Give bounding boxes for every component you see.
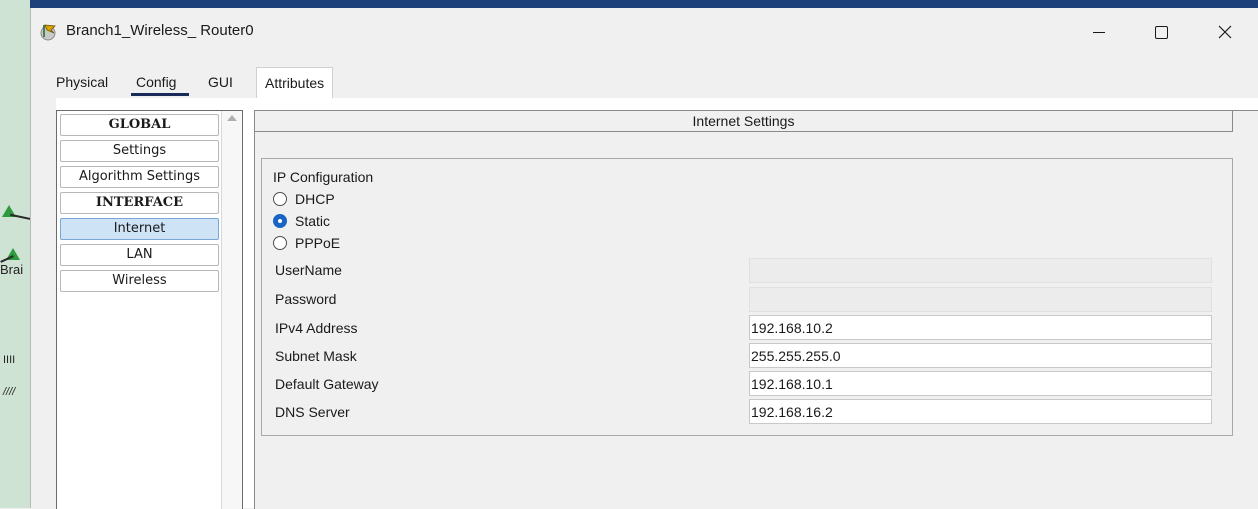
- panel-title: Internet Settings: [255, 111, 1233, 132]
- internet-settings-panel: Internet Settings IP Configuration DHCP …: [254, 110, 1258, 509]
- pppoe-radio-option[interactable]: PPPoE: [273, 233, 340, 253]
- device-label-fragment: Brai: [0, 262, 24, 277]
- tab-gui[interactable]: GUI: [202, 68, 239, 96]
- dns-server-label: DNS Server: [275, 404, 350, 420]
- close-button[interactable]: [1197, 8, 1253, 56]
- nav-header-global: GLOBAL: [60, 114, 219, 136]
- ipv4-address-field[interactable]: [749, 315, 1212, 340]
- router-config-window: Branch1_Wireless_ Router0 Physical Confi…: [30, 8, 1258, 509]
- static-radio-option[interactable]: Static: [273, 211, 330, 231]
- nav-header-interface: INTERFACE: [60, 192, 219, 214]
- dhcp-radio[interactable]: [273, 192, 287, 206]
- pppoe-label: PPPoE: [295, 235, 341, 251]
- active-tab-indicator: [131, 93, 189, 96]
- nav-item-wireless[interactable]: Wireless: [60, 270, 219, 292]
- nav-item-lan[interactable]: LAN: [60, 244, 219, 266]
- maximize-icon: [1154, 25, 1168, 39]
- link-line: [10, 213, 30, 221]
- default-gateway-label: Default Gateway: [275, 376, 379, 392]
- nav-item-settings[interactable]: Settings: [60, 140, 219, 162]
- ip-configuration-group: IP Configuration DHCP Static PPPoE UserN…: [261, 158, 1233, 436]
- subnet-mask-label: Subnet Mask: [275, 348, 357, 364]
- scroll-up-arrow-icon[interactable]: [227, 115, 237, 121]
- config-tab-content: GLOBAL Settings Algorithm Settings INTER…: [56, 98, 1258, 509]
- minimize-button[interactable]: [1071, 8, 1127, 56]
- window-title: Branch1_Wireless_ Router0: [66, 22, 254, 39]
- ip-configuration-label: IP Configuration: [273, 169, 374, 185]
- password-label: Password: [275, 291, 337, 307]
- username-label: UserName: [275, 262, 342, 278]
- title-bar[interactable]: Branch1_Wireless_ Router0: [31, 8, 1258, 56]
- tab-config[interactable]: Config: [130, 68, 182, 96]
- dns-server-field[interactable]: [749, 399, 1212, 424]
- router-icon: [40, 24, 56, 41]
- nav-item-internet[interactable]: Internet: [60, 218, 219, 240]
- pppoe-radio[interactable]: [273, 236, 287, 250]
- subnet-mask-field[interactable]: [749, 343, 1212, 368]
- default-gateway-field[interactable]: [749, 371, 1212, 396]
- config-nav-panel: GLOBAL Settings Algorithm Settings INTER…: [56, 110, 243, 509]
- tab-attributes[interactable]: Attributes: [256, 67, 334, 98]
- background-app-titlebar: [0, 0, 1258, 8]
- nav-item-algorithm-settings[interactable]: Algorithm Settings: [60, 166, 219, 188]
- minimize-icon: [1093, 31, 1105, 33]
- maximize-button[interactable]: [1133, 8, 1189, 56]
- link-marks: IIII: [3, 354, 16, 366]
- static-radio[interactable]: [273, 214, 287, 228]
- dhcp-radio-option[interactable]: DHCP: [273, 189, 335, 209]
- password-field: [749, 287, 1212, 312]
- link-marks: ////: [3, 386, 16, 398]
- nav-scrollbar[interactable]: [221, 111, 242, 509]
- ipv4-address-label: IPv4 Address: [275, 320, 358, 336]
- close-icon: [1218, 25, 1232, 39]
- tab-physical[interactable]: Physical: [50, 68, 114, 96]
- username-field: [749, 258, 1212, 283]
- dhcp-label: DHCP: [295, 191, 335, 207]
- background-workspace: Brai IIII ////: [0, 0, 30, 508]
- static-label: Static: [295, 213, 331, 229]
